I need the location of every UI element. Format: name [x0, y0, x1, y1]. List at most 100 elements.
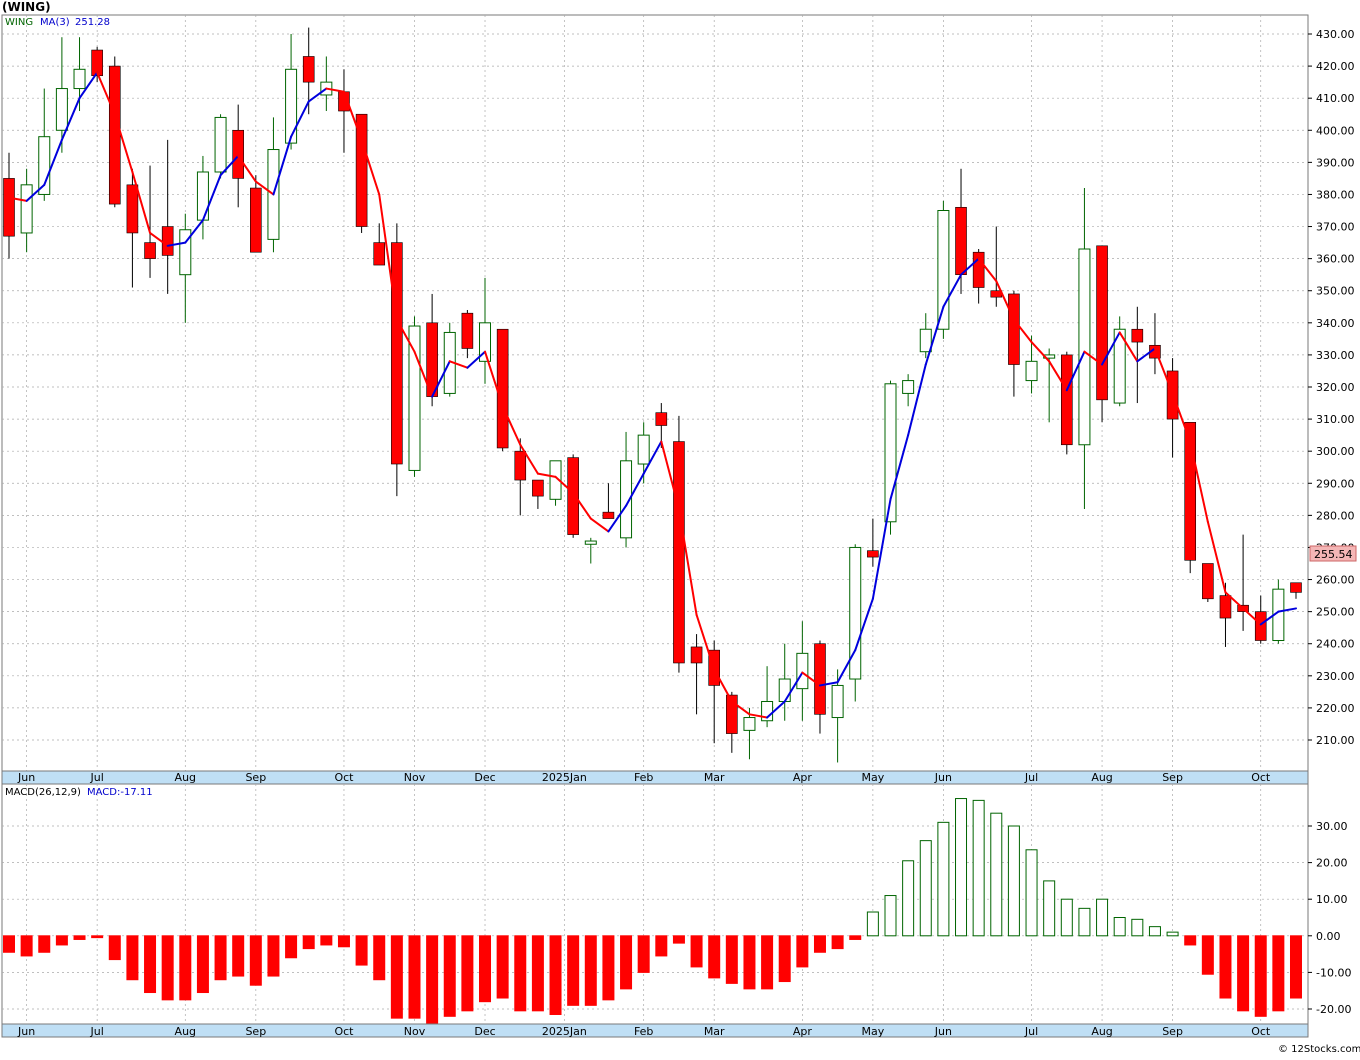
candle-body-down: [461, 312, 474, 349]
month-label: Jul: [1024, 771, 1038, 784]
macd-bar-negative: [337, 935, 350, 948]
macd-bar-negative: [302, 935, 315, 950]
price-tick-label: 350.00: [1316, 285, 1355, 298]
month-label: Dec: [474, 1025, 495, 1038]
candle-body-down: [126, 184, 139, 234]
candle-body-down: [373, 242, 386, 266]
macd-tick-label: 0.00: [1316, 930, 1341, 943]
month-label: May: [861, 771, 884, 784]
month-label: Jul: [90, 771, 104, 784]
macd-bar-positive: [1166, 931, 1179, 937]
candle-body-up: [743, 717, 756, 731]
month-label: Mar: [704, 771, 725, 784]
macd-bar-positive: [1060, 898, 1073, 937]
macd-bar-negative: [73, 935, 86, 940]
macd-bar-negative: [1219, 935, 1232, 999]
macd-bar-positive: [937, 821, 950, 937]
candle-body-up: [831, 684, 844, 719]
macd-tick-label: 30.00: [1316, 820, 1348, 833]
macd-bar-negative: [1289, 935, 1302, 999]
macd-bar-negative: [778, 935, 791, 983]
macd-bar-negative: [761, 935, 774, 990]
candle-body-down: [1219, 595, 1232, 619]
macd-bar-negative: [408, 935, 421, 1019]
candle-body-up: [1078, 248, 1091, 446]
month-label: May: [861, 1025, 884, 1038]
candle-body-down: [1096, 245, 1108, 401]
macd-bar-negative: [531, 935, 544, 1012]
macd-bar-negative: [108, 935, 121, 961]
chart-root: (WING) 210.00 220.00 230.00 240.00 250.00 260…: [0, 0, 1360, 1056]
macd-bar-negative: [285, 935, 298, 959]
macd-bar-positive: [919, 840, 932, 937]
macd-bar-negative: [1237, 935, 1250, 1012]
month-label: Aug: [175, 771, 196, 784]
chart-canvas: (WING) 210.00 220.00 230.00 240.00 250.00 260…: [0, 0, 1360, 1056]
macd-bar-negative: [549, 935, 562, 1015]
price-tick-label: 290.00: [1316, 477, 1355, 490]
candle-body-down: [232, 129, 244, 179]
macd-bar-negative: [831, 935, 844, 950]
candle-body-up: [408, 325, 421, 471]
candle-body-up: [778, 678, 791, 702]
candle-body-down: [955, 206, 967, 275]
candle-body-up: [285, 68, 298, 144]
price-panel: 210.00220.00230.00240.00250.00260.00270.…: [1, 14, 1357, 772]
macd-bar-negative: [161, 935, 174, 1001]
candle: [673, 415, 685, 673]
price-tick-label: 410.00: [1316, 92, 1355, 105]
candle: [549, 460, 562, 506]
macd-bar-positive: [955, 798, 968, 937]
month-label: Aug: [1091, 771, 1112, 784]
month-label: Jul: [1024, 1025, 1038, 1038]
macd-bar-negative: [179, 935, 192, 1001]
candle-body-up: [919, 328, 932, 353]
candle-body-down: [161, 226, 174, 256]
candle-body-down: [3, 178, 15, 237]
macd-bar-positive: [902, 860, 915, 937]
month-label: Sep: [245, 1025, 266, 1038]
macd-bar-positive: [1148, 926, 1161, 937]
macd-bar-negative: [620, 935, 633, 990]
month-label: Jun: [17, 1025, 35, 1038]
macd-bar-negative: [461, 935, 474, 1012]
macd-bar-negative: [91, 935, 104, 939]
macd-bar-negative: [232, 935, 245, 977]
chart-title: (WING): [2, 0, 51, 14]
month-label: Feb: [634, 771, 653, 784]
candle: [496, 328, 509, 452]
macd-bar-positive: [1131, 918, 1144, 937]
macd-bar-negative: [479, 935, 492, 1003]
candle-body-up: [55, 88, 68, 131]
candle-body-up: [902, 380, 915, 394]
macd-bar-negative: [637, 935, 650, 973]
month-label: Jul: [90, 1025, 104, 1038]
candle: [567, 454, 579, 538]
macd-bar-negative: [320, 935, 333, 946]
candle: [849, 544, 862, 702]
price-tick-label: 360.00: [1316, 253, 1355, 266]
candle-body-up: [1025, 360, 1038, 382]
candle-body-up: [796, 652, 809, 690]
price-tick-label: 280.00: [1316, 509, 1355, 522]
candle: [1061, 351, 1073, 455]
macd-bar-positive: [1113, 917, 1126, 937]
macd-bar-negative: [426, 935, 439, 1026]
price-tick-label: 430.00: [1316, 28, 1355, 41]
macd-bar-negative: [743, 935, 756, 990]
month-label: Aug: [1091, 1025, 1112, 1038]
legend-ma-value: 251.28: [75, 17, 110, 28]
candle-body-up: [214, 116, 227, 173]
macd-bar-negative: [267, 935, 280, 977]
candle: [1113, 316, 1126, 407]
price-tick-label: 420.00: [1316, 60, 1355, 73]
candle: [1096, 245, 1108, 423]
month-label: Jun: [934, 771, 952, 784]
candle-body-down: [250, 187, 262, 253]
month-label: 2025Jan: [542, 771, 587, 784]
candle-body-down: [1202, 563, 1214, 600]
macd-bar-negative: [126, 935, 139, 981]
candle-body-up: [20, 184, 33, 234]
candle: [884, 380, 897, 535]
candle-body-down: [690, 646, 703, 664]
